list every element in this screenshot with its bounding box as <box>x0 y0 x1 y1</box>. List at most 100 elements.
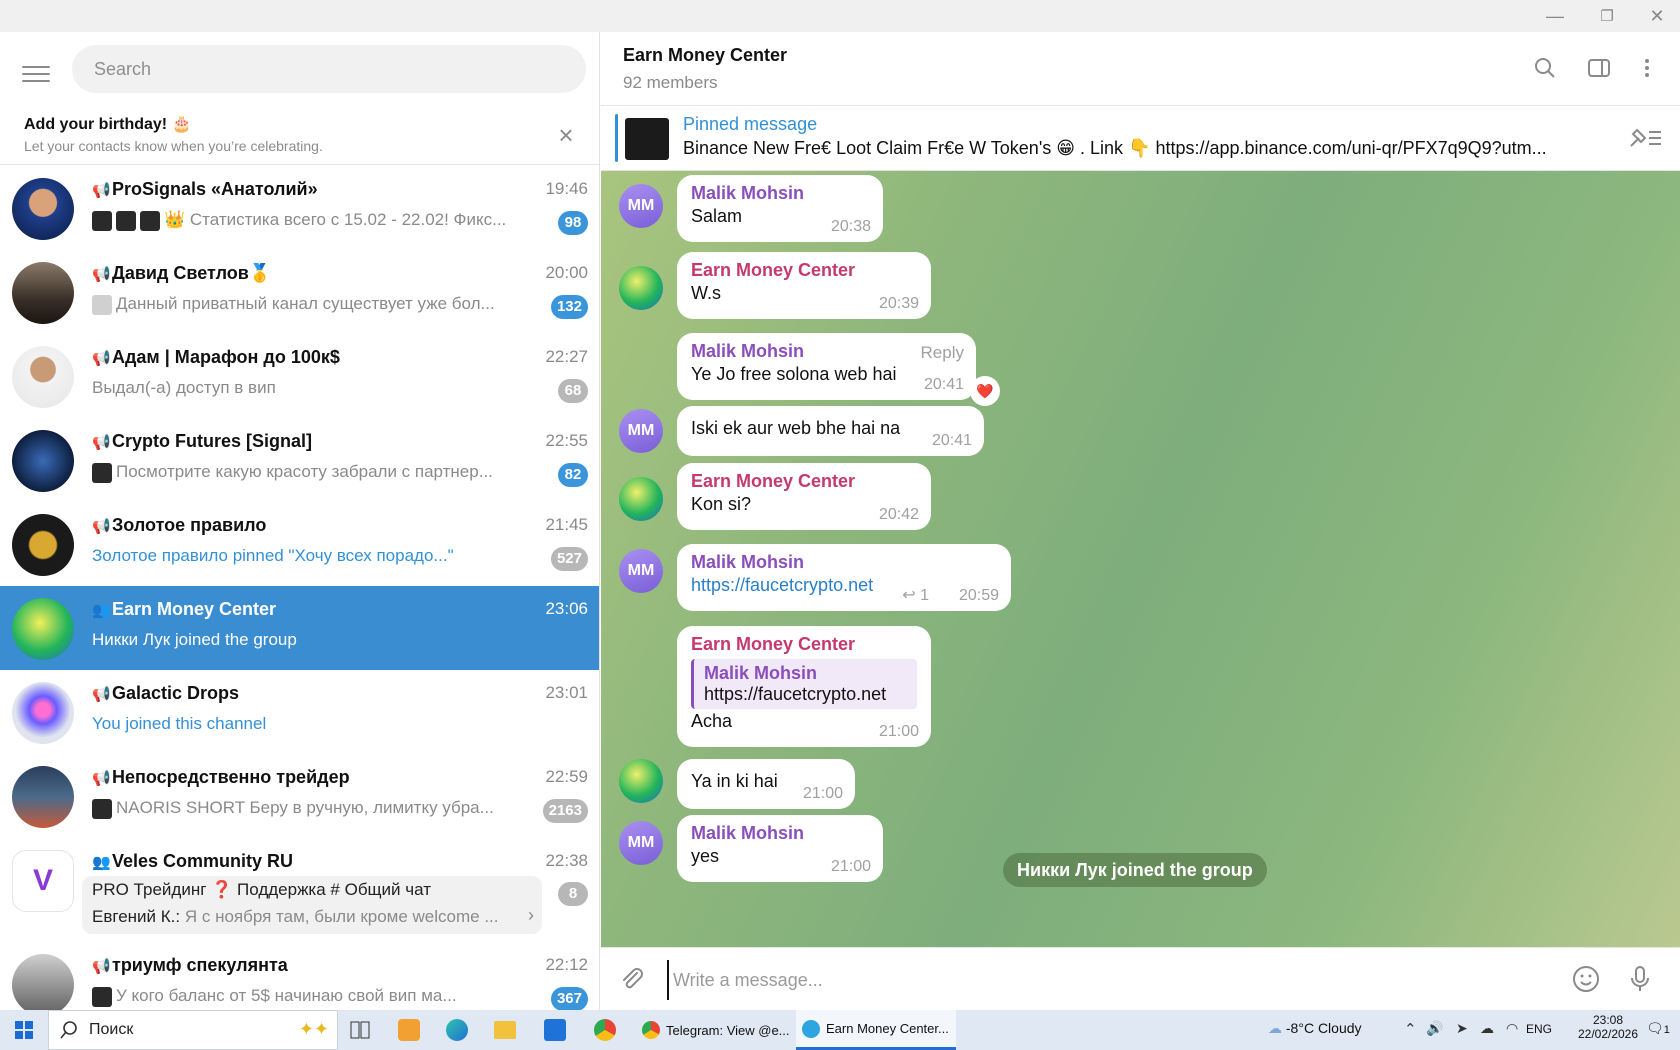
chat-item-adam-marathon[interactable]: 📢Адам | Марафон до 100к$ 22:27 Выдал(-а)… <box>0 334 599 418</box>
cloud-tray-icon[interactable]: ☁ <box>1480 1020 1494 1037</box>
search-icon[interactable] <box>1527 50 1563 86</box>
more-options-icon[interactable] <box>1629 50 1665 86</box>
chat-item-veles-community[interactable]: V 👥Veles Community RU 22:38 PRO Трейдинг… <box>0 838 599 942</box>
message-time: 21:00 <box>878 723 919 740</box>
avatar[interactable] <box>619 759 663 803</box>
pinned-thumbnail <box>625 118 669 160</box>
task-view-icon[interactable] <box>350 1010 370 1050</box>
message-composer <box>601 947 1680 1010</box>
minimize-button[interactable]: — <box>1532 0 1578 32</box>
chat-time: 22:27 <box>545 347 588 366</box>
search-input[interactable] <box>72 45 586 93</box>
pinned-indicator <box>615 114 618 162</box>
message-bubble[interactable]: Malik Mohsin Salam 20:38 <box>677 175 883 242</box>
media-thumbnail <box>92 462 112 483</box>
pinned-text: Binance New Fre€ Loot Claim Fr€e W Token… <box>683 138 1547 158</box>
message-area[interactable]: MM Malik Mohsin Salam 20:38 Earn Money C… <box>601 171 1680 947</box>
pinned-message-bar[interactable]: Pinned message Binance New Fre€ Loot Cla… <box>601 106 1680 171</box>
search-icon <box>59 1020 79 1045</box>
avatar[interactable]: MM <box>619 549 663 593</box>
message-bubble[interactable]: Iski ek aur web bhe hai na 20:41 <box>677 406 984 456</box>
wifi-icon[interactable]: ◠ <box>1506 1020 1518 1037</box>
weather-text: -8°C Cloudy <box>1285 1020 1362 1036</box>
chat-header[interactable]: Earn Money Center 92 members <box>601 32 1680 106</box>
chat-item-crypto-futures[interactable]: 📢Crypto Futures [Signal] 22:55 Посмотрит… <box>0 418 599 502</box>
chat-avatar <box>12 954 74 1010</box>
birthday-banner[interactable]: Add your birthday! 🎂 Let your contacts k… <box>0 106 599 165</box>
unread-badge: 2163 <box>542 799 588 823</box>
chat-item-earn-money-center[interactable]: 👥Earn Money Center 23:06 Никки Лук joine… <box>0 586 599 670</box>
language-indicator[interactable]: ENG <box>1526 1022 1552 1036</box>
microphone-icon[interactable] <box>1625 964 1655 999</box>
message-sender[interactable]: Malik Mohsin <box>691 183 869 204</box>
chat-avatar <box>12 598 74 660</box>
chat-item-trader[interactable]: 📢Непосредственно трейдер 22:59 NAORIS SH… <box>0 754 599 838</box>
message-sender[interactable]: Malik Mohsin <box>691 552 997 573</box>
chat-avatar <box>12 766 74 828</box>
windows-start-icon[interactable] <box>0 1010 48 1050</box>
close-window-button[interactable]: ✕ <box>1634 0 1680 32</box>
sidebar-toggle-icon[interactable] <box>1581 50 1617 86</box>
notification-count: 1 <box>1663 1024 1670 1036</box>
reply-label[interactable]: Reply <box>921 343 964 363</box>
chat-name: Золотое правило <box>112 515 267 535</box>
store-app-icon[interactable] <box>544 1010 566 1050</box>
chat-preview: Выдал(-а) доступ в вип <box>92 378 276 397</box>
taskbar-app-telegram[interactable]: Earn Money Center... <box>796 1010 956 1050</box>
chat-preview: You joined this channel <box>92 714 267 733</box>
chat-item-triumph-speculator[interactable]: 📢триумф спекулянта 22:12 У кого баланс о… <box>0 942 599 1010</box>
avatar[interactable]: MM <box>619 409 663 453</box>
chat-time: 22:55 <box>545 431 588 450</box>
quoted-message[interactable]: Malik Mohsin https://faucetcrypto.net <box>691 659 917 709</box>
attach-icon[interactable] <box>617 964 647 999</box>
chat-avatar <box>12 262 74 324</box>
tray-chevron-icon[interactable]: ⌃ <box>1404 1020 1417 1038</box>
chat-item-galactic-drops[interactable]: 📢Galactic Drops 23:01 You joined this ch… <box>0 670 599 754</box>
media-thumbnail <box>140 210 160 231</box>
unread-badge: 527 <box>550 547 588 571</box>
media-thumbnail <box>92 986 112 1007</box>
edge-browser-icon[interactable] <box>446 1010 468 1050</box>
chat-name: Непосредственно трейдер <box>112 767 350 787</box>
emoji-icon[interactable] <box>1571 964 1601 999</box>
unread-badge: 82 <box>558 463 588 487</box>
volume-icon[interactable]: 🔊 <box>1426 1020 1443 1037</box>
message-bubble[interactable]: Earn Money Center W.s 20:39 <box>677 252 931 319</box>
file-explorer-icon[interactable] <box>494 1010 516 1050</box>
avatar[interactable] <box>619 266 663 310</box>
avatar[interactable]: MM <box>619 184 663 228</box>
message-bubble[interactable]: Malik Mohsin yes 21:00 <box>677 815 883 882</box>
telegram-tray-icon[interactable]: ➤ <box>1456 1020 1468 1037</box>
message-sender[interactable]: Malik Mohsin <box>691 823 869 844</box>
chrome-browser-icon[interactable] <box>594 1010 616 1050</box>
clock[interactable]: 23:08 22/02/2026 <box>1572 1013 1644 1041</box>
chat-item-prosignals[interactable]: 📢ProSignals «Анатолий» 19:46 👑 Статистик… <box>0 166 599 250</box>
message-bubble[interactable]: Ya in ki hai 21:00 <box>677 759 855 809</box>
megaphone-icon: 📢 <box>92 350 111 367</box>
avatar[interactable] <box>619 477 663 521</box>
megaphone-icon: 📢 <box>92 182 111 199</box>
message-sender[interactable]: Earn Money Center <box>691 471 917 492</box>
chat-item-golden-rule[interactable]: 📢Золотое правило 21:45 Золотое правило p… <box>0 502 599 586</box>
mail-app-icon[interactable] <box>398 1010 420 1050</box>
message-link[interactable]: https://faucetcrypto.net <box>691 575 997 596</box>
media-thumbnail <box>92 294 112 315</box>
message-sender[interactable]: Earn Money Center <box>691 260 917 281</box>
taskbar-search[interactable]: Поиск ✦✦ <box>48 1010 338 1050</box>
message-bubble[interactable]: Malik Mohsin https://faucetcrypto.net ↩ … <box>677 544 1011 611</box>
pin-list-icon[interactable] <box>1627 124 1663 157</box>
message-sender[interactable]: Earn Money Center <box>691 634 917 655</box>
close-icon[interactable]: × <box>552 122 580 150</box>
avatar[interactable]: MM <box>619 821 663 865</box>
taskbar-app-chrome-telegram[interactable]: Telegram: View @e... <box>636 1010 792 1050</box>
heart-reaction-icon[interactable]: ❤️ <box>970 376 1000 406</box>
chat-item-david-svetlov[interactable]: 📢Давид Светлов🥇 20:00 Данный приватный к… <box>0 250 599 334</box>
megaphone-icon: 📢 <box>92 518 111 535</box>
unread-badge: 98 <box>558 211 588 235</box>
maximize-button[interactable]: ❐ <box>1584 0 1630 32</box>
message-input[interactable] <box>667 960 1547 1000</box>
message-bubble[interactable]: Earn Money Center Malik Mohsin https://f… <box>677 626 931 747</box>
message-bubble[interactable]: Earn Money Center Kon si? 20:42 <box>677 463 931 530</box>
hamburger-menu-icon[interactable] <box>18 56 54 92</box>
message-bubble[interactable]: Malik Mohsin Reply Ye Jo free solona web… <box>677 333 976 400</box>
